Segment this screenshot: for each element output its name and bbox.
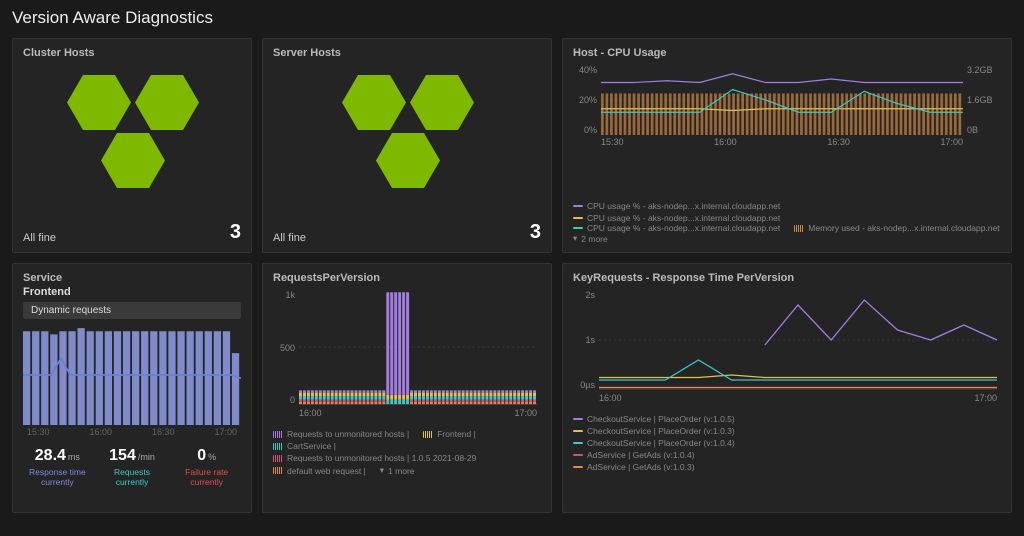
status-text: All fine: [273, 232, 306, 244]
rpv-chart: 1k 500 0 16:00 17:00: [273, 290, 541, 425]
stat-requests: 154: [109, 447, 136, 464]
stat-label: Failure rate currently: [172, 467, 241, 487]
x-tick: 16:00: [599, 393, 622, 403]
y-tick: 0%: [573, 125, 597, 135]
honeycomb: [23, 59, 241, 221]
x-tick: 17:00: [514, 408, 537, 418]
service-name: Frontend: [23, 286, 241, 298]
y-tick: 2s: [573, 290, 595, 300]
cpu-chart: 40% 20% 0% 3.2GB 1.6GB 0B 15:30 16:00 16…: [573, 65, 1001, 195]
x-tick: 16:00: [714, 137, 737, 147]
y-tick: 1s: [573, 335, 595, 345]
y-tick: 0B: [967, 125, 1001, 135]
service-chart: [23, 325, 241, 425]
y-tick: 1k: [273, 290, 295, 300]
stat-label: Requests currently: [98, 467, 167, 487]
y-tick: 40%: [573, 65, 597, 75]
x-tick: 16:00: [299, 408, 322, 418]
y-tick: 1.6GB: [967, 95, 1001, 105]
x-tick: 15:30: [601, 137, 624, 147]
x-tick: 17:00: [940, 137, 963, 147]
host-count: 3: [530, 221, 541, 244]
x-tick: 16:00: [89, 427, 112, 437]
dashboard-grid: Cluster Hosts All fine 3 Server Hosts Al…: [12, 38, 1012, 513]
y-tick: 500: [273, 343, 295, 353]
tile-title: Host - CPU Usage: [573, 47, 1001, 59]
status-text: All fine: [23, 232, 56, 244]
y-tick: 0µs: [573, 380, 595, 390]
x-tick: 15:30: [27, 427, 50, 437]
host-count: 3: [230, 221, 241, 244]
rpv-legend: Requests to unmonitored hosts |Frontend …: [273, 429, 541, 476]
tile-title: Server Hosts: [273, 47, 541, 59]
tile-title: RequestsPerVersion: [273, 272, 541, 284]
x-tick: 17:00: [974, 393, 997, 403]
tile-service-frontend[interactable]: Service Frontend Dynamic requests 15:30 …: [12, 263, 252, 513]
cpu-legend: CPU usage % - aks-nodep...x.internal.clo…: [573, 201, 1001, 244]
tile-title: KeyRequests - Response Time PerVersion: [573, 272, 1001, 284]
tile-title: Service: [23, 272, 241, 284]
y-tick: 0: [273, 395, 295, 405]
kr-legend: CheckoutService | PlaceOrder (v:1.0.5)Ch…: [573, 414, 1001, 472]
honeycomb: [273, 59, 541, 221]
chip-dynamic-requests[interactable]: Dynamic requests: [23, 302, 241, 319]
tile-server-hosts[interactable]: Server Hosts All fine 3: [262, 38, 552, 253]
stat-label: Response time currently: [23, 467, 92, 487]
stat-response-time: 28.4: [35, 447, 66, 464]
stat-failure-rate: 0: [197, 447, 206, 464]
x-tick: 17:00: [214, 427, 237, 437]
x-tick: 16:30: [827, 137, 850, 147]
tile-title: Cluster Hosts: [23, 47, 241, 59]
tile-key-requests[interactable]: KeyRequests - Response Time PerVersion 2…: [562, 263, 1012, 513]
x-tick: 16:30: [152, 427, 175, 437]
kr-chart: 2s 1s 0µs 16:00 17:00: [573, 290, 1001, 410]
page-title: Version Aware Diagnostics: [12, 8, 1012, 28]
tile-host-cpu-usage[interactable]: Host - CPU Usage 40% 20% 0% 3.2GB 1.6GB …: [562, 38, 1012, 253]
tile-requests-per-version[interactable]: RequestsPerVersion 1k 500 0 16:00 17:00 …: [262, 263, 552, 513]
tile-cluster-hosts[interactable]: Cluster Hosts All fine 3: [12, 38, 252, 253]
y-tick: 3.2GB: [967, 65, 1001, 75]
y-tick: 20%: [573, 95, 597, 105]
